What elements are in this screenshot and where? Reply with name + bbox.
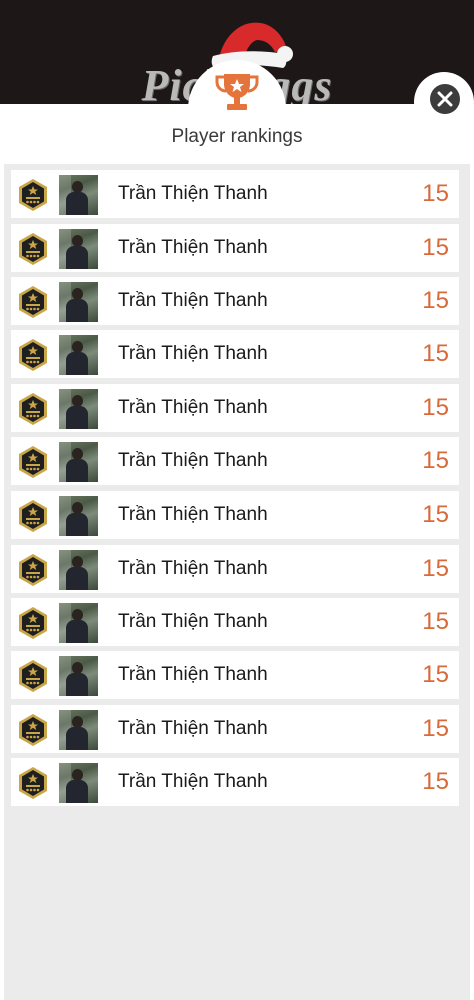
player-score: 15 bbox=[422, 555, 449, 582]
player-score: 15 bbox=[422, 447, 449, 474]
avatar bbox=[59, 389, 98, 429]
rank-badge-icon bbox=[18, 445, 48, 479]
player-score: 15 bbox=[422, 715, 449, 742]
ranking-row[interactable]: Trần Thiện Thanh 15 bbox=[11, 598, 459, 646]
avatar bbox=[59, 175, 98, 215]
rank-badge-icon bbox=[18, 392, 48, 426]
avatar bbox=[59, 550, 98, 590]
trophy-icon bbox=[215, 74, 259, 110]
rank-badge-icon bbox=[18, 285, 48, 319]
player-score: 15 bbox=[422, 234, 449, 261]
rank-badge-icon bbox=[18, 766, 48, 800]
close-button[interactable] bbox=[414, 72, 474, 132]
avatar bbox=[59, 603, 98, 643]
avatar bbox=[59, 496, 98, 536]
player-score: 15 bbox=[422, 768, 449, 795]
player-name: Trần Thiện Thanh bbox=[118, 771, 268, 792]
ranking-row[interactable]: Trần Thiện Thanh 15 bbox=[11, 491, 459, 539]
player-score: 15 bbox=[422, 340, 449, 367]
rankings-list: Trần Thiện Thanh 15 Trần Thiện Thanh 15 Trần… bbox=[4, 164, 470, 1000]
rank-badge-icon bbox=[18, 713, 48, 747]
avatar bbox=[59, 282, 98, 322]
close-icon[interactable] bbox=[430, 84, 460, 114]
player-name: Trần Thiện Thanh bbox=[118, 183, 268, 204]
ranking-row[interactable]: Trần Thiện Thanh 15 bbox=[11, 330, 459, 378]
player-name: Trần Thiện Thanh bbox=[118, 664, 268, 685]
ranking-row[interactable]: Trần Thiện Thanh 15 bbox=[11, 545, 459, 593]
ranking-row[interactable]: Trần Thiện Thanh 15 bbox=[11, 705, 459, 753]
player-score: 15 bbox=[422, 287, 449, 314]
ranking-row[interactable]: Trần Thiện Thanh 15 bbox=[11, 437, 459, 485]
ranking-row[interactable]: Trần Thiện Thanh 15 bbox=[11, 170, 459, 218]
ranking-row[interactable]: Trần Thiện Thanh 15 bbox=[11, 277, 459, 325]
player-name: Trần Thiện Thanh bbox=[118, 504, 268, 525]
player-name: Trần Thiện Thanh bbox=[118, 450, 268, 471]
avatar bbox=[59, 710, 98, 750]
player-score: 15 bbox=[422, 180, 449, 207]
player-name: Trần Thiện Thanh bbox=[118, 237, 268, 258]
rank-badge-icon bbox=[18, 338, 48, 372]
player-name: Trần Thiện Thanh bbox=[118, 718, 268, 739]
avatar bbox=[59, 656, 98, 696]
rank-badge-icon bbox=[18, 499, 48, 533]
ranking-row[interactable]: Trần Thiện Thanh 15 bbox=[11, 384, 459, 432]
rank-badge-icon bbox=[18, 606, 48, 640]
rank-badge-icon bbox=[18, 232, 48, 266]
player-name: Trần Thiện Thanh bbox=[118, 558, 268, 579]
rank-badge-icon bbox=[18, 178, 48, 212]
avatar bbox=[59, 229, 98, 269]
player-name: Trần Thiện Thanh bbox=[118, 290, 268, 311]
rank-badge-icon bbox=[18, 659, 48, 693]
player-name: Trần Thiện Thanh bbox=[118, 343, 268, 364]
ranking-row[interactable]: Trần Thiện Thanh 15 bbox=[11, 758, 459, 806]
player-name: Trần Thiện Thanh bbox=[118, 397, 268, 418]
player-score: 15 bbox=[422, 661, 449, 688]
player-score: 15 bbox=[422, 608, 449, 635]
ranking-row[interactable]: Trần Thiện Thanh 15 bbox=[11, 224, 459, 272]
panel-title: Player rankings bbox=[171, 126, 303, 147]
player-name: Trần Thiện Thanh bbox=[118, 611, 268, 632]
rank-badge-icon bbox=[18, 553, 48, 587]
avatar bbox=[59, 335, 98, 375]
avatar bbox=[59, 763, 98, 803]
player-score: 15 bbox=[422, 501, 449, 528]
avatar bbox=[59, 442, 98, 482]
player-score: 15 bbox=[422, 394, 449, 421]
ranking-row[interactable]: Trần Thiện Thanh 15 bbox=[11, 651, 459, 699]
